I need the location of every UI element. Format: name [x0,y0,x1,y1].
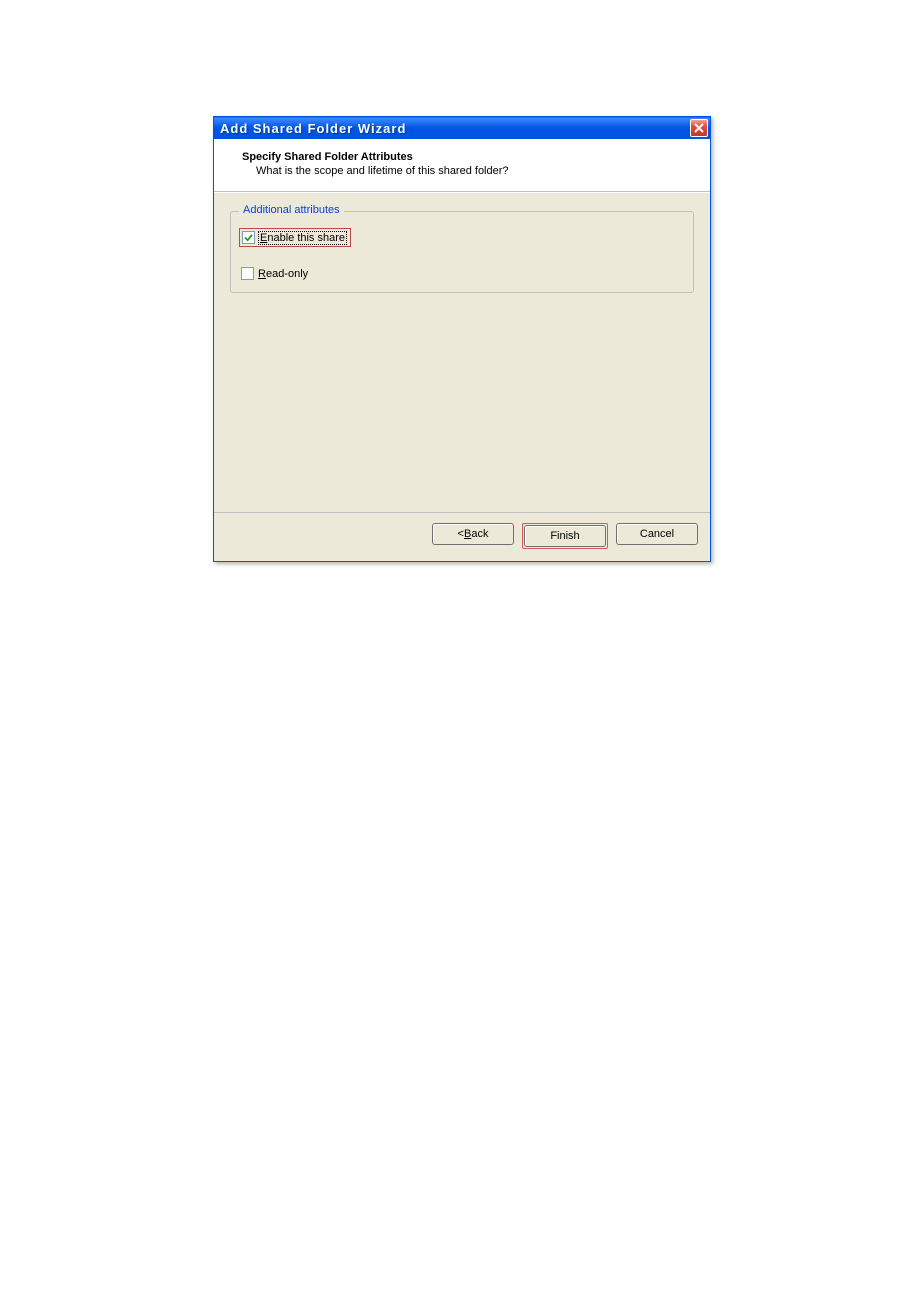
enable-share-checkbox[interactable] [242,231,255,244]
read-only-label: Read-only [258,268,308,280]
cancel-button[interactable]: Cancel [616,523,698,545]
back-button[interactable]: < Back [432,523,514,545]
enable-share-label: Enable this share [259,232,346,244]
finish-highlight: Finish [522,523,608,549]
close-icon [694,123,704,133]
window-title: Add Shared Folder Wizard [220,121,406,136]
read-only-row[interactable]: Read-only [241,267,683,280]
header-title: Specify Shared Folder Attributes [242,151,694,163]
titlebar: Add Shared Folder Wizard [214,117,710,139]
close-button[interactable] [690,119,708,137]
fieldset-legend: Additional attributes [239,204,344,216]
header-subtitle: What is the scope and lifetime of this s… [242,165,694,177]
button-bar: < Back Finish Cancel [214,512,710,561]
read-only-checkbox[interactable] [241,267,254,280]
enable-share-row[interactable]: Enable this share [239,228,351,247]
finish-button[interactable]: Finish [524,525,606,547]
content-area: Additional attributes Enable this share … [214,192,710,512]
wizard-dialog: Add Shared Folder Wizard Specify Shared … [213,116,711,562]
additional-attributes-fieldset: Additional attributes Enable this share … [230,211,694,293]
wizard-header: Specify Shared Folder Attributes What is… [214,139,710,192]
